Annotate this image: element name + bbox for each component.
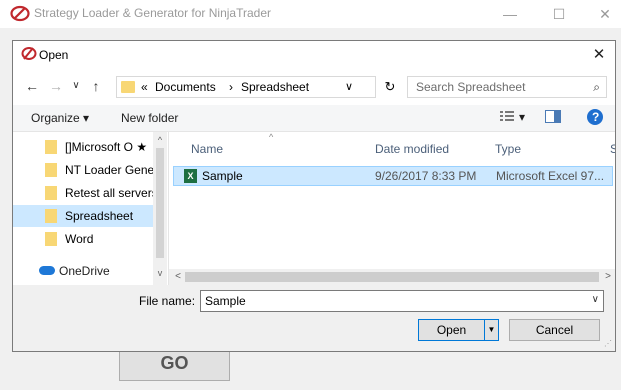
- maximize-button[interactable]: ☐: [544, 4, 574, 24]
- nav-item-label: []Microsoft O ★: [65, 140, 148, 154]
- hscroll-thumb[interactable]: [185, 272, 599, 282]
- file-date-cell: 9/26/2017 8:33 PM: [375, 169, 477, 183]
- folder-icon: [45, 140, 57, 154]
- recent-locations-button[interactable]: ∨: [67, 80, 85, 91]
- scroll-right-icon[interactable]: >: [601, 270, 615, 284]
- dialog-title: Open: [39, 48, 69, 62]
- folder-icon: [121, 81, 135, 93]
- forward-button[interactable]: →: [47, 78, 65, 94]
- dialog-title-bar: Open ✕: [13, 41, 615, 69]
- cancel-button[interactable]: Cancel: [509, 319, 600, 341]
- nav-item-label: Retest all servers: [65, 186, 153, 200]
- scroll-thumb[interactable]: [156, 148, 164, 258]
- breadcrumb-documents[interactable]: Documents: [155, 80, 216, 94]
- nav-pane-scrollbar[interactable]: ^ v: [153, 132, 167, 285]
- back-button[interactable]: ←: [23, 78, 41, 94]
- open-split-dropdown-icon[interactable]: ▼: [485, 319, 499, 341]
- file-list-hscrollbar[interactable]: < >: [169, 269, 615, 285]
- navigation-row: ← → ∨ ↑ « Documents › Spreadsheet ∨ ↻ Se…: [13, 69, 615, 105]
- scroll-up-icon[interactable]: ^: [153, 133, 167, 147]
- folder-icon: [45, 186, 57, 200]
- nav-item-nt-loader[interactable]: NT Loader Gene: [13, 159, 153, 181]
- search-icon[interactable]: ⌕: [593, 80, 600, 95]
- file-list: ^ Name Date modified Type S X Sample 9/2…: [169, 132, 615, 269]
- refresh-icon[interactable]: ↻: [379, 76, 401, 98]
- nav-item-label: Spreadsheet: [65, 209, 134, 223]
- file-row[interactable]: X Sample 9/26/2017 8:33 PM Microsoft Exc…: [173, 166, 613, 186]
- file-name-label: File name:: [139, 294, 196, 308]
- view-dropdown-icon[interactable]: ▾: [519, 110, 525, 124]
- open-button[interactable]: Open: [418, 319, 485, 341]
- folder-icon: [45, 163, 57, 177]
- nav-item-label: OneDrive: [59, 264, 110, 278]
- file-name-dropdown-icon[interactable]: ∨: [592, 294, 599, 305]
- file-name-cell: Sample: [202, 169, 243, 183]
- parent-title-bar: Strategy Loader & Generator for NinjaTra…: [0, 0, 621, 28]
- help-glyph: ?: [592, 110, 600, 124]
- file-name-value: Sample: [205, 294, 246, 308]
- dialog-close-button[interactable]: ✕: [587, 44, 611, 66]
- search-input[interactable]: Search Spreadsheet ⌕: [407, 76, 607, 98]
- address-dropdown-icon[interactable]: ∨: [345, 80, 353, 93]
- minimize-button[interactable]: —: [495, 4, 525, 24]
- view-options-icon[interactable]: [500, 110, 514, 122]
- nav-item-microsoft-office[interactable]: []Microsoft O ★: [13, 136, 153, 158]
- excel-file-icon: X: [184, 169, 197, 183]
- column-header-type[interactable]: Type: [495, 142, 521, 156]
- up-button[interactable]: ↑: [87, 78, 105, 94]
- breadcrumb-separator: ›: [229, 80, 233, 94]
- resize-grip-icon[interactable]: ⋰: [604, 339, 612, 348]
- column-header-name[interactable]: Name: [191, 142, 223, 156]
- nav-item-label: NT Loader Gene: [65, 163, 153, 177]
- folder-icon: [45, 209, 57, 223]
- sort-ascending-icon: ^: [269, 132, 274, 142]
- folder-icon: [45, 232, 57, 246]
- new-folder-button[interactable]: New folder: [121, 111, 178, 125]
- command-toolbar: Organize ▾ New folder ▾ ?: [13, 105, 615, 132]
- breadcrumb-overflow[interactable]: «: [141, 80, 148, 94]
- nav-item-word[interactable]: Word: [13, 228, 153, 250]
- app-logo-icon: [10, 5, 30, 22]
- column-header-date-modified[interactable]: Date modified: [375, 142, 449, 156]
- file-name-input[interactable]: Sample ∨: [200, 290, 604, 312]
- dialog-logo-icon: [21, 47, 37, 60]
- preview-pane-icon[interactable]: [545, 110, 561, 123]
- file-type-cell: Microsoft Excel 97...: [496, 169, 605, 183]
- cloud-icon: [39, 266, 55, 275]
- navigation-pane: []Microsoft O ★ NT Loader Gene Retest al…: [13, 132, 169, 285]
- app-close-button[interactable]: ✕: [590, 4, 620, 24]
- nav-item-label: Word: [65, 232, 94, 246]
- scroll-left-icon[interactable]: <: [171, 270, 185, 284]
- organize-button[interactable]: Organize ▾: [31, 111, 89, 125]
- breadcrumb-spreadsheet[interactable]: Spreadsheet: [241, 80, 309, 94]
- app-title: Strategy Loader & Generator for NinjaTra…: [34, 6, 272, 20]
- open-dialog: Open ✕ ← → ∨ ↑ « Documents › Spreadsheet…: [12, 40, 616, 352]
- nav-item-spreadsheet[interactable]: Spreadsheet: [13, 205, 153, 227]
- search-placeholder: Search Spreadsheet: [416, 80, 526, 94]
- column-header-size[interactable]: S: [610, 142, 615, 156]
- scroll-down-icon[interactable]: v: [153, 266, 167, 280]
- nav-item-onedrive[interactable]: OneDrive: [13, 260, 153, 282]
- address-bar[interactable]: « Documents › Spreadsheet ∨: [116, 76, 376, 98]
- nav-item-retest-all-servers[interactable]: Retest all servers: [13, 182, 153, 204]
